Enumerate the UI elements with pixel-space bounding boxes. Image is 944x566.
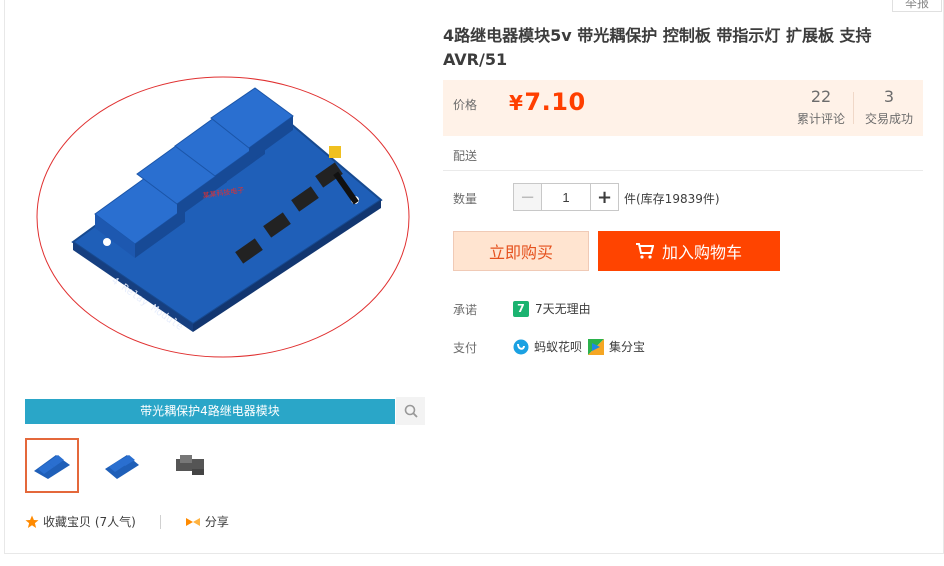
jifenbao-icon	[588, 338, 605, 355]
cart-icon	[635, 243, 654, 259]
quantity-stepper: − +	[513, 183, 619, 211]
currency-symbol: ¥	[509, 91, 524, 115]
deals-stat[interactable]: 3 交易成功	[861, 88, 917, 127]
share-icon	[185, 517, 200, 526]
promise-text: 7天无理由	[535, 302, 591, 316]
zoom-search-button[interactable]	[396, 397, 425, 425]
thumbnail-image	[34, 454, 70, 479]
thumbnail-list	[25, 438, 217, 493]
quantity-increase-button[interactable]: +	[590, 184, 618, 210]
quantity-input[interactable]	[542, 184, 590, 210]
thumbnail-image	[105, 454, 139, 479]
divider-line	[443, 170, 923, 171]
payment-methods: 蚂蚁花呗 集分宝	[513, 338, 651, 355]
quantity-label: 数量	[453, 192, 478, 206]
image-caption: 带光耦保护4路继电器模块	[25, 399, 395, 424]
price-label: 价格	[453, 98, 478, 112]
thumbnail-3[interactable]	[163, 438, 217, 493]
price-panel: 价格 ¥7.10 22 累计评论 3 交易成功	[443, 80, 923, 136]
payment-label: 支付	[453, 341, 478, 355]
thumbnail-image	[176, 454, 204, 475]
favorite-label: 收藏宝贝 (7人气)	[43, 515, 136, 529]
main-product-image[interactable]: 4 Relay Module 某某科技电子	[25, 20, 425, 400]
divider	[159, 514, 161, 529]
stat-divider	[853, 92, 854, 124]
deals-label: 交易成功	[864, 112, 913, 126]
jumper	[329, 146, 341, 158]
reviews-count: 22	[810, 87, 832, 106]
product-title: 4路继电器模块5v 带光耦保护 控制板 带指示灯 扩展板 支持AVR/51	[443, 26, 872, 69]
promise-label: 承诺	[453, 303, 478, 317]
thumbnail-2[interactable]	[94, 438, 148, 493]
payment-huabei[interactable]: 蚂蚁花呗	[513, 338, 582, 355]
price-value: ¥7.10	[509, 88, 586, 116]
add-to-cart-button[interactable]: 加入购物车	[598, 231, 780, 271]
share-label: 分享	[204, 515, 229, 529]
report-link[interactable]: 举报	[892, 0, 942, 12]
favorite-button[interactable]: 收藏宝贝 (7人气)	[25, 513, 136, 530]
thumbnail-1[interactable]	[25, 438, 79, 493]
stock-text: 件(库存19839件)	[624, 192, 720, 206]
star-icon	[25, 515, 39, 528]
add-to-cart-label: 加入购物车	[661, 243, 742, 262]
search-icon	[404, 404, 418, 418]
deals-count: 3	[883, 87, 895, 106]
payment-method-label: 蚂蚁花呗	[534, 340, 583, 354]
promise-item[interactable]: 7 7天无理由	[513, 300, 591, 317]
quantity-decrease-button[interactable]: −	[514, 184, 542, 210]
share-button[interactable]: 分享	[185, 513, 229, 530]
relay-module-photo: 4 Relay Module 某某科技电子	[36, 76, 410, 358]
price-amount: 7.10	[524, 88, 586, 116]
payment-jifenbao[interactable]: 集分宝	[588, 338, 645, 355]
reviews-label: 累计评论	[796, 112, 845, 126]
delivery-label: 配送	[453, 149, 478, 163]
payment-method-label: 集分宝	[609, 340, 646, 354]
social-bar: 收藏宝贝 (7人气) 分享	[25, 513, 229, 530]
seven-day-return-icon: 7	[513, 300, 529, 317]
reviews-stat[interactable]: 22 累计评论	[793, 88, 849, 127]
buy-now-button[interactable]: 立即购买	[453, 231, 589, 271]
huabei-icon	[513, 339, 529, 354]
